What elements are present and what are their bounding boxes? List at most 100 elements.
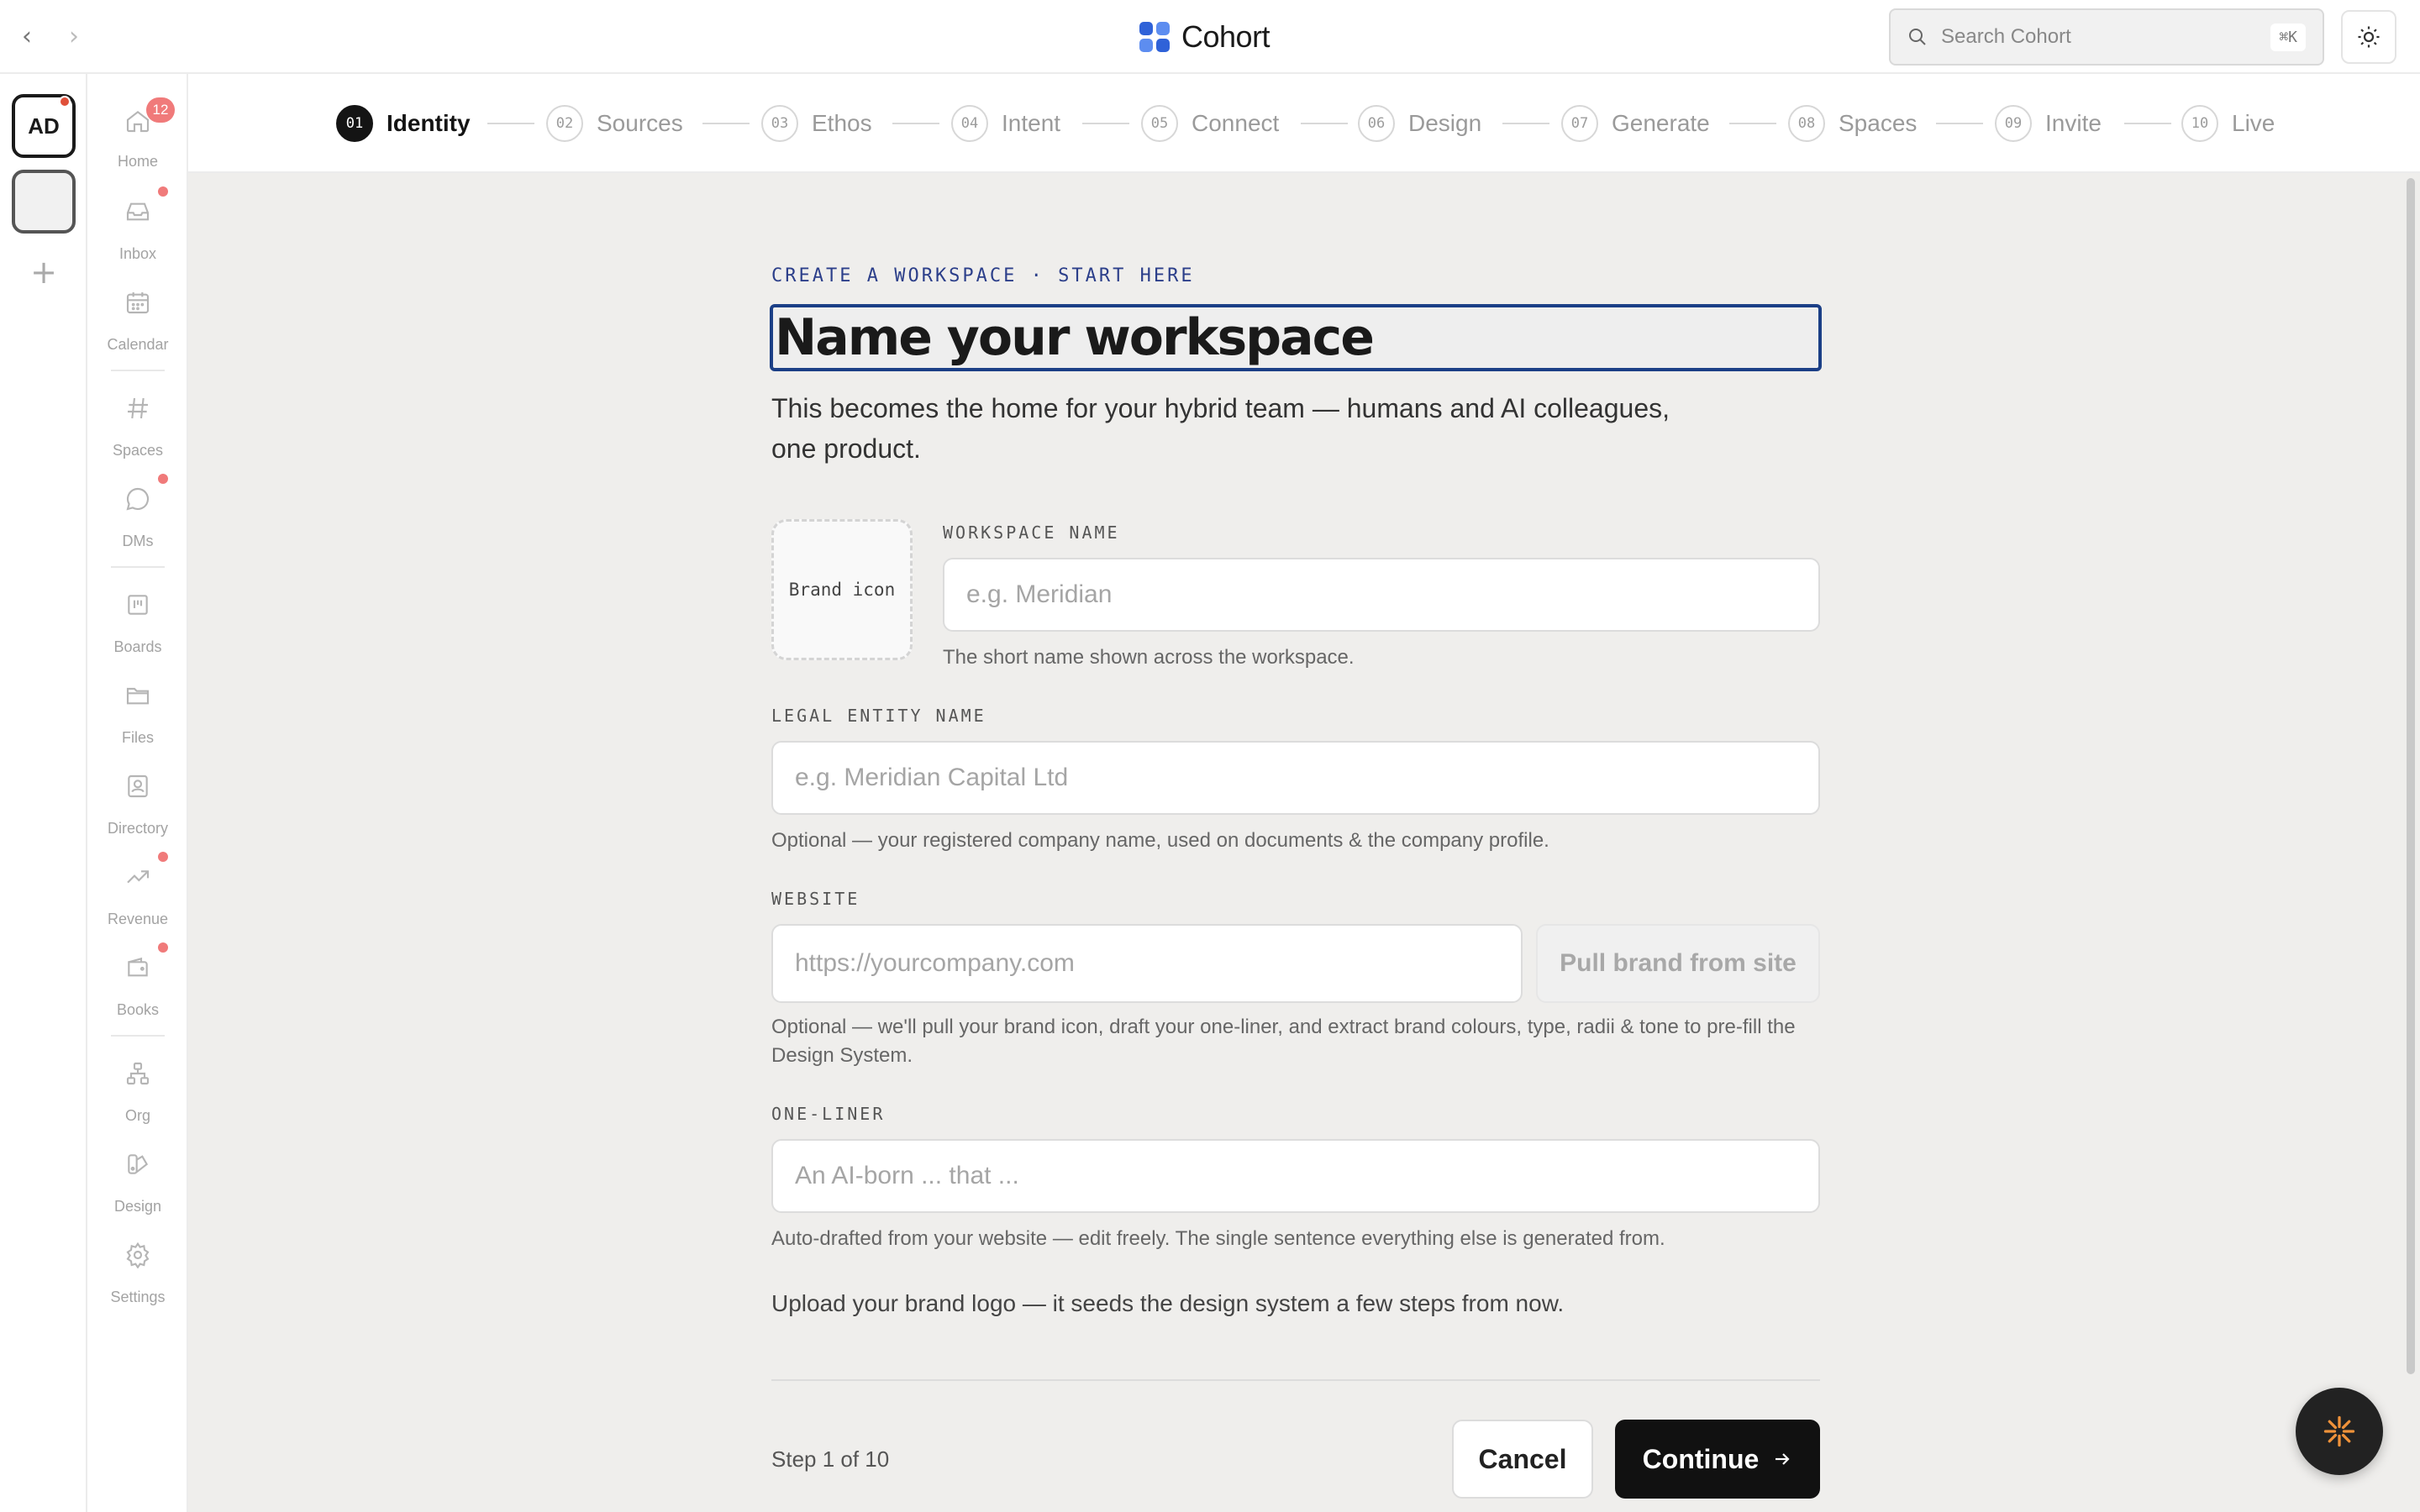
- step-intent[interactable]: 04 Intent: [951, 104, 1060, 143]
- step-connector: [1502, 123, 1549, 124]
- step-number: 07: [1561, 105, 1598, 142]
- sidebar-item-dms[interactable]: DMs: [87, 474, 188, 566]
- search-input[interactable]: [1941, 25, 2271, 49]
- step-connector: [1936, 123, 1983, 124]
- upload-logo-note: Upload your brand logo — it seeds the de…: [771, 1290, 1565, 1316]
- step-connector: [1301, 123, 1348, 124]
- step-ethos[interactable]: 03 Ethos: [761, 104, 872, 143]
- sidebar-item-spaces[interactable]: Spaces: [87, 395, 188, 475]
- sidebar-item-inbox[interactable]: Inbox: [87, 186, 188, 279]
- sidebar-item-home[interactable]: 12 Home: [87, 97, 188, 188]
- continue-button-label: Continue: [1642, 1443, 1760, 1474]
- one-liner-input[interactable]: [771, 1139, 1820, 1213]
- global-search[interactable]: ⌘K: [1889, 8, 2324, 66]
- trend-up-icon: [127, 870, 150, 884]
- brand-icon-upload[interactable]: Brand icon: [771, 519, 913, 660]
- step-sources[interactable]: 02 Sources: [546, 104, 683, 143]
- step-connector: [892, 123, 939, 124]
- sidebar-item-label: Calendar: [107, 336, 169, 353]
- sidebar-item-label: Org: [124, 1107, 150, 1124]
- app-sidebar: 12 Home Inbox Calendar Spaces DMs Boards…: [87, 74, 188, 1512]
- step-live[interactable]: 10 Live: [2181, 104, 2275, 143]
- folder-icon: [126, 687, 150, 705]
- sidebar-item-label: Revenue: [107, 911, 169, 927]
- assistant-fab[interactable]: [2296, 1388, 2383, 1475]
- sidebar-divider: [111, 566, 165, 568]
- step-connect[interactable]: 05 Connect: [1141, 104, 1279, 143]
- search-icon: [1909, 29, 1926, 45]
- forward-button[interactable]: ›: [59, 22, 89, 52]
- sidebar-item-calendar[interactable]: Calendar: [87, 289, 188, 370]
- org-chart-icon: [126, 1062, 150, 1085]
- workspace-name-hint: The short name shown across the workspac…: [943, 646, 1355, 669]
- step-label: Ethos: [812, 110, 872, 136]
- step-number: 06: [1358, 105, 1395, 142]
- chat-bubble-icon: [126, 487, 150, 511]
- step-invite[interactable]: 09 Invite: [1995, 104, 2102, 143]
- continue-button[interactable]: Continue: [1615, 1420, 1820, 1499]
- onboarding-stepper: 01 Identity 02 Sources 03 Ethos 04 Inten…: [188, 74, 2420, 173]
- step-number: 03: [761, 105, 798, 142]
- home-unread-badge: 12: [146, 97, 175, 123]
- step-number: 10: [2181, 105, 2218, 142]
- app-brand[interactable]: Cohort: [1139, 18, 1270, 55]
- workspace-new-draft[interactable]: [12, 170, 76, 234]
- hash-icon: [128, 397, 148, 419]
- one-liner-hint: Auto-drafted from your website — edit fr…: [771, 1227, 1665, 1250]
- add-workspace-button[interactable]: +: [25, 254, 62, 291]
- footer-divider: [771, 1379, 1820, 1381]
- arrow-right-icon: [1776, 1453, 1790, 1465]
- step-connector: [1082, 123, 1129, 124]
- step-label: Invite: [2045, 110, 2102, 136]
- cohort-logo-icon: [1139, 22, 1170, 52]
- sun-icon: [2358, 26, 2380, 48]
- step-label: Design: [1408, 110, 1482, 136]
- sidebar-item-label: Files: [121, 729, 154, 746]
- step-label: Identity: [387, 110, 471, 136]
- sidebar-item-revenue[interactable]: Revenue: [87, 852, 188, 944]
- calendar-icon: [126, 292, 150, 314]
- sidebar-item-directory[interactable]: Directory: [87, 773, 188, 853]
- top-bar: ‹ › Cohort ⌘K: [0, 0, 2420, 74]
- sidebar-item-label: Home: [117, 153, 158, 170]
- step-number: 09: [1995, 105, 2032, 142]
- page-subtitle: This becomes the home for your hybrid te…: [771, 393, 1670, 464]
- step-design[interactable]: 06 Design: [1358, 104, 1481, 143]
- sparkle-icon: [2323, 1415, 2355, 1447]
- step-number: 01: [336, 105, 373, 142]
- pull-brand-button[interactable]: Pull brand from site: [1536, 924, 1820, 1003]
- step-identity[interactable]: 01 Identity: [336, 104, 471, 143]
- legal-name-hint: Optional — your registered company name,…: [771, 829, 1549, 852]
- sidebar-item-label: Design: [113, 1198, 162, 1215]
- sidebar-item-label: Books: [116, 1001, 160, 1018]
- sidebar-item-books[interactable]: Books: [87, 942, 188, 1035]
- legal-name-input[interactable]: [771, 741, 1820, 815]
- sidebar-item-boards[interactable]: Boards: [87, 591, 188, 672]
- workspace-notification-dot: [59, 96, 71, 108]
- step-label: Spaces: [1839, 110, 1918, 136]
- back-button[interactable]: ‹: [12, 22, 42, 52]
- workspace-title-input[interactable]: [770, 304, 1822, 371]
- step-connector: [1729, 123, 1776, 124]
- app-name: Cohort: [1181, 19, 1270, 54]
- sidebar-item-org[interactable]: Org: [87, 1060, 188, 1141]
- dms-unread-dot: [158, 474, 168, 484]
- inbox-unread-dot: [158, 186, 168, 197]
- workspace-name-input[interactable]: [943, 558, 1820, 632]
- step-label: Intent: [1002, 110, 1061, 136]
- sidebar-item-label: DMs: [122, 533, 154, 549]
- step-label: Generate: [1612, 110, 1710, 136]
- sidebar-item-label: Boards: [113, 638, 162, 655]
- sidebar-divider: [111, 1035, 165, 1037]
- sidebar-item-settings[interactable]: Settings: [87, 1242, 188, 1322]
- step-label: Connect: [1192, 110, 1280, 136]
- step-label: Sources: [597, 110, 683, 136]
- step-generate[interactable]: 07 Generate: [1561, 104, 1710, 143]
- step-spaces[interactable]: 08 Spaces: [1788, 104, 1917, 143]
- website-input[interactable]: [771, 924, 1523, 1003]
- theme-toggle-button[interactable]: [2341, 10, 2396, 64]
- cancel-button[interactable]: Cancel: [1452, 1420, 1593, 1499]
- sidebar-item-design[interactable]: Design: [87, 1151, 188, 1231]
- sidebar-item-files[interactable]: Files: [87, 682, 188, 763]
- main-scrollbar[interactable]: [2407, 178, 2415, 1374]
